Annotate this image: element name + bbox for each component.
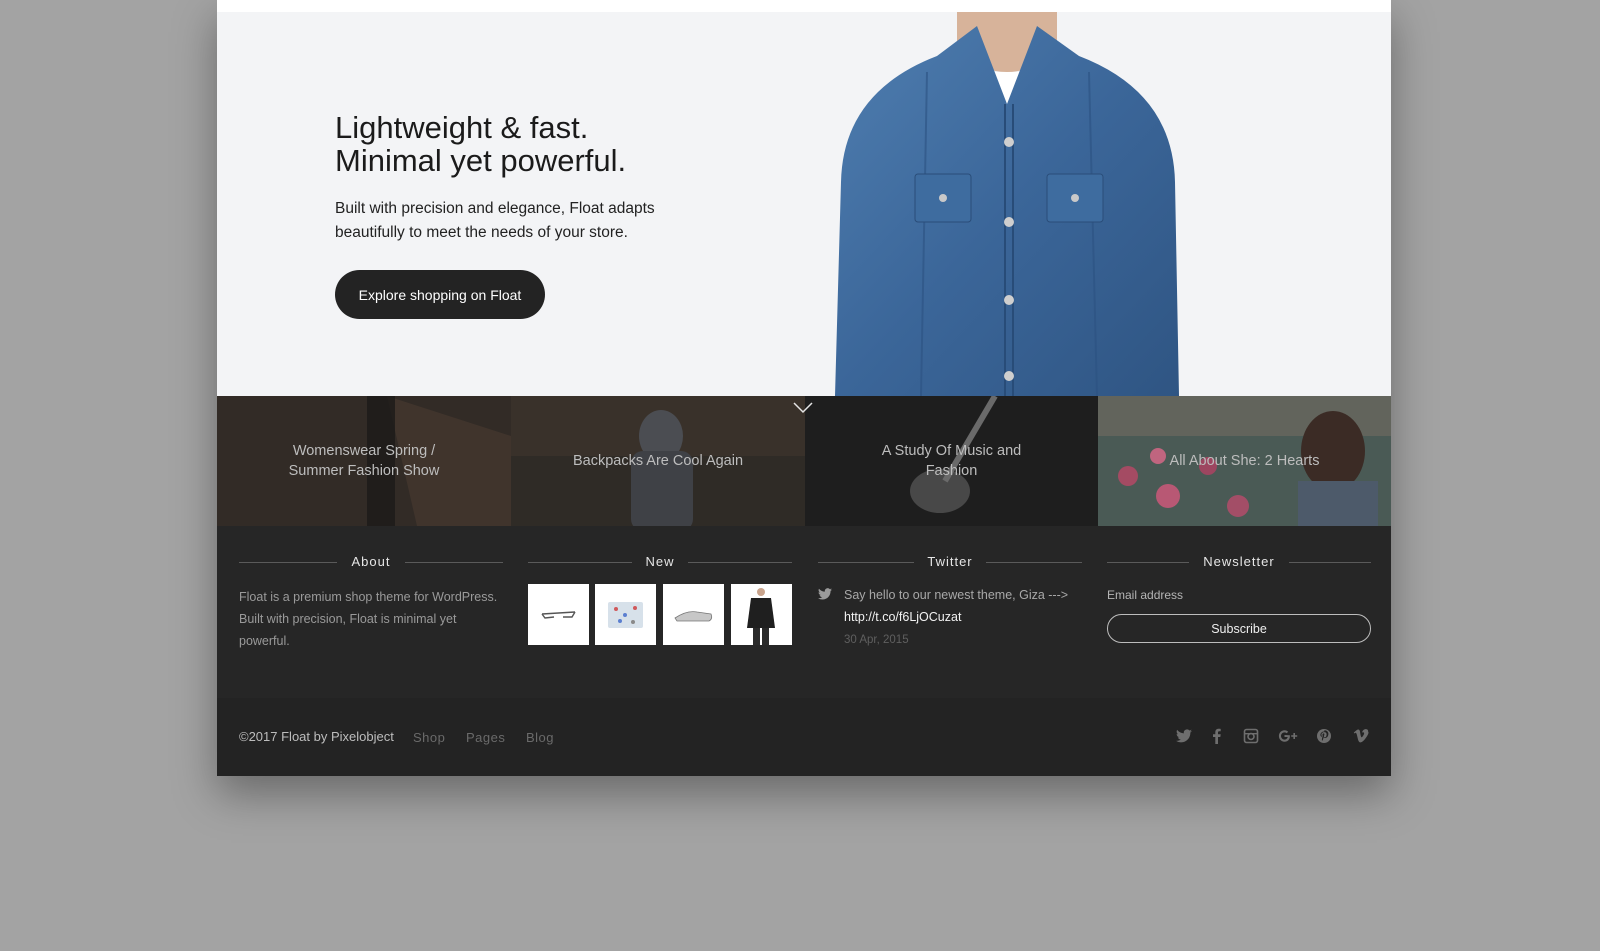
nav-link-blog[interactable]: Blog (526, 730, 554, 745)
post-tile-all-about-she[interactable]: All About She: 2 Hearts (1098, 396, 1391, 526)
new-heading-label: New (645, 554, 675, 569)
bottom-bar: ©2017 Float by Pixelobject Shop Pages Bl… (217, 698, 1391, 776)
sneaker-image (674, 611, 713, 622)
about-heading: About (239, 554, 503, 570)
google-plus-icon[interactable] (1278, 728, 1300, 744)
about-heading-label: About (351, 554, 391, 569)
tweet-content: Say hello to our newest theme, Giza --->… (844, 584, 1084, 628)
nav-link-pages[interactable]: Pages (466, 730, 505, 745)
post-tile-music-fashion[interactable]: A Study Of Music and Fashion (805, 396, 1098, 526)
tweet-text: Say hello to our newest theme, Giza ---> (844, 588, 1069, 602)
product-thumb-sneaker[interactable] (663, 584, 724, 645)
product-thumb-jacket[interactable] (731, 584, 792, 645)
post-title: Backpacks Are Cool Again (572, 453, 744, 469)
subscribe-button[interactable]: Subscribe (1107, 614, 1371, 643)
twitter-bird-icon (818, 588, 832, 600)
hero-title: Lightweight & fast. Minimal yet powerful… (335, 111, 626, 177)
nav-link-shop[interactable]: Shop (413, 730, 445, 745)
copyright-text: ©2017 Float by Pixelobject (239, 729, 394, 744)
email-address-label: Email address (1107, 588, 1184, 602)
post-title: All About She: 2 Hearts (1169, 453, 1320, 469)
site-page: Lightweight & fast. Minimal yet powerful… (217, 0, 1391, 776)
sunglasses-image (541, 611, 576, 619)
twitter-heading: Twitter (818, 554, 1082, 570)
new-heading: New (528, 554, 792, 570)
facebook-icon[interactable] (1209, 728, 1225, 744)
blog-posts-strip: Womenswear Spring / Summer Fashion Show … (217, 396, 1391, 526)
chevron-down-icon[interactable] (792, 401, 814, 415)
tweet-link[interactable]: http://t.co/f6LjOCuzat (844, 610, 961, 624)
product-thumb-pouch[interactable] (595, 584, 656, 645)
twitter-heading-label: Twitter (927, 554, 973, 569)
tweet-date: 30 Apr, 2015 (844, 634, 909, 646)
instagram-icon[interactable] (1243, 728, 1259, 744)
hero-description: Built with precision and elegance, Float… (335, 200, 655, 241)
pouch-image (608, 602, 643, 628)
hero-title-line-1: Lightweight & fast. (335, 110, 589, 145)
explore-shopping-button[interactable]: Explore shopping on Float (335, 270, 545, 319)
post-title: Womenswear Spring / Summer Fashion Show (288, 443, 440, 479)
jacket-image (747, 588, 775, 645)
header-strip (217, 0, 1391, 12)
about-text: Float is a premium shop theme for WordPr… (239, 590, 498, 648)
vimeo-icon[interactable] (1353, 728, 1369, 744)
post-title: A Study Of Music and Fashion (881, 443, 1022, 479)
post-tile-womenswear[interactable]: Womenswear Spring / Summer Fashion Show (217, 396, 511, 526)
denim-jacket-model-image (835, 12, 1179, 396)
hero-section: Lightweight & fast. Minimal yet powerful… (217, 12, 1391, 396)
hero-title-line-2: Minimal yet powerful. (335, 143, 627, 178)
footer-widgets: About Float is a premium shop theme for … (217, 526, 1391, 698)
newsletter-heading-label: Newsletter (1203, 554, 1275, 569)
post-tile-backpacks[interactable]: Backpacks Are Cool Again (511, 396, 805, 526)
product-thumb-sunglasses[interactable] (528, 584, 589, 645)
twitter-icon[interactable] (1176, 728, 1192, 744)
pinterest-icon[interactable] (1316, 728, 1332, 744)
newsletter-heading: Newsletter (1107, 554, 1371, 570)
